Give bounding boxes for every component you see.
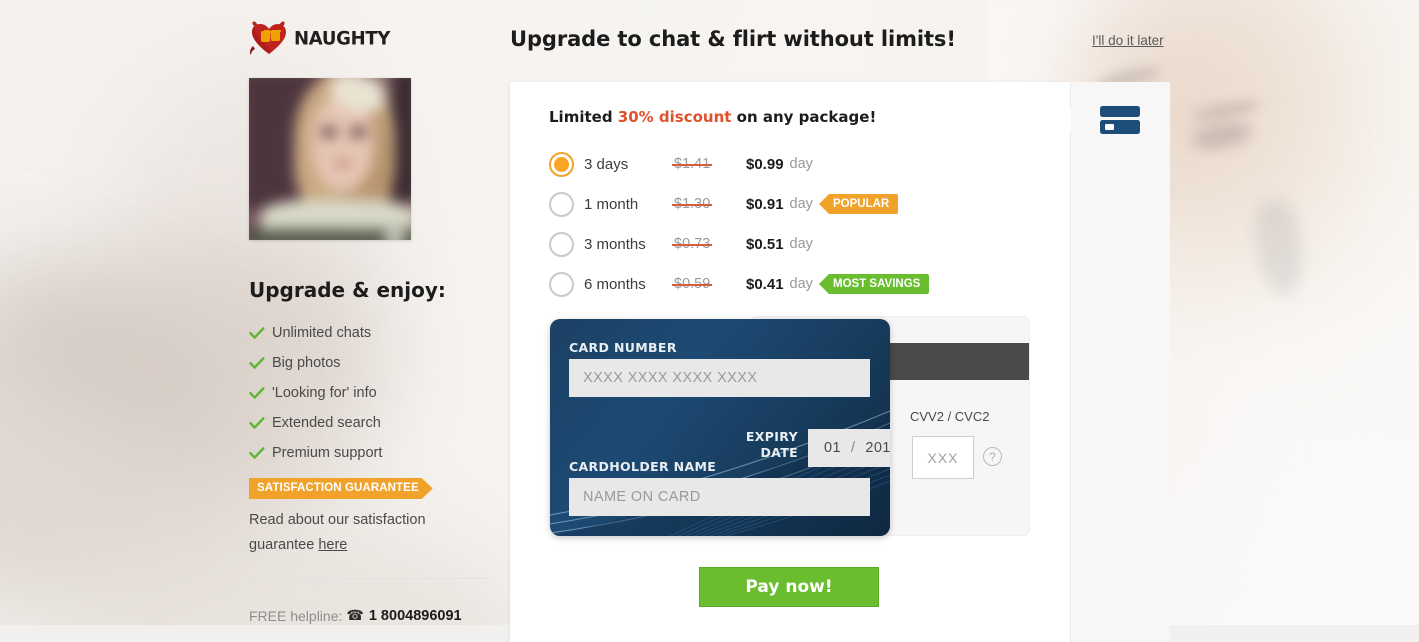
plan-new-price: $0.41 [746,275,784,293]
divider [249,578,490,579]
plan-name: 3 days [584,155,629,173]
helpline-number[interactable]: 1 8004896091 [369,608,462,624]
plan-old-price: $1.30 [674,196,711,212]
plan-option-3-months[interactable]: 3 months $0.73 $0.51 day [549,224,1019,264]
expiry-date-label: EXPIRY DATE [702,429,798,461]
plan-badge-popular: POPULAR [819,194,899,214]
check-icon [249,326,272,340]
plan-old-price: $1.41 [674,156,711,172]
benefit-label: Unlimited chats [272,325,372,341]
plan-name: 3 months [584,235,646,253]
plan-price-unit: day [789,156,813,172]
upgrade-heading: Upgrade & enjoy: [249,278,446,302]
pay-now-button[interactable]: Pay now! [699,567,879,607]
radio-button[interactable] [549,231,574,257]
plan-new-price: $0.51 [746,235,784,253]
list-item: 'Looking for' info [249,378,494,408]
check-icon [249,386,272,400]
helpline: FREE helpline: ☎ 1 8004896091 [249,607,462,624]
helpline-label: FREE helpline: [249,607,343,624]
card-number-label: CARD NUMBER [569,340,677,355]
plan-option-3-days[interactable]: 3 days $1.41 $0.99 day [549,144,1019,184]
cardholder-name-label: CARDHOLDER NAME [569,459,717,474]
benefit-label: 'Looking for' info [272,385,377,401]
plan-new-price: $0.99 [746,155,784,173]
plan-option-6-months[interactable]: 6 months $0.59 $0.41 day MOST SAVINGS [549,264,1019,304]
expiry-month-value[interactable]: 01 [824,440,841,456]
card-front-panel: CARD NUMBER XXXX XXXX XXXX XXXX EXPIRY D… [550,319,890,536]
discount-prefix: Limited [549,108,618,126]
cvv-label: CVV2 / CVC2 [910,409,990,424]
guarantee-description: Read about our satisfaction guarantee he… [249,508,469,558]
plan-option-1-month[interactable]: 1 month $1.30 $0.91 day POPULAR [549,184,1019,224]
page-title: Upgrade to chat & flirt without limits! [510,27,956,51]
check-icon [249,416,272,430]
discount-suffix: on any package! [731,108,877,126]
list-item: Extended search [249,408,494,438]
site-logo[interactable]: BE NAUGHTY [249,18,390,58]
heart-devil-icon: BE [249,19,293,57]
expiry-separator: / [850,440,856,456]
question-mark-icon[interactable]: ? [983,447,1002,466]
expiry-label-line1: EXPIRY [745,429,798,444]
expiry-year-value[interactable]: 2017 [865,440,890,456]
expiry-label-line2: DATE [760,445,798,460]
list-item: Big photos [249,348,494,378]
sidebar: BE NAUGHTY Upgrade & enjoy: Unlimited ch… [249,0,494,625]
benefit-label: Big photos [272,355,341,371]
plan-old-price: $0.73 [674,236,711,252]
logo-be-text: BE [262,29,282,44]
plan-price-unit: day [789,196,813,212]
payment-method-panel [1070,82,1170,642]
benefit-label: Premium support [272,445,383,461]
cardholder-name-input[interactable]: NAME ON CARD [569,478,870,516]
profile-photo[interactable] [249,78,411,240]
benefit-label: Extended search [272,415,381,431]
phone-icon: ☎ [346,607,364,623]
list-item: Premium support [249,438,494,468]
discount-headline: Limited 30% discount on any package! [549,108,876,126]
satisfaction-guarantee-badge: SATISFACTION GUARANTEE [249,478,433,499]
radio-button[interactable] [549,191,574,217]
card-number-input[interactable]: XXXX XXXX XXXX XXXX [569,359,870,397]
guarantee-here-link[interactable]: here [318,537,347,553]
discount-highlight: 30% discount [617,108,732,126]
benefits-list: Unlimited chats Big photos 'Looking for'… [249,318,494,468]
radio-button[interactable] [549,271,574,297]
plan-name: 1 month [584,195,639,213]
radio-button[interactable] [549,151,574,177]
plan-price-unit: day [789,276,813,292]
plan-old-price: $0.59 [674,276,711,292]
check-icon [249,446,272,460]
expiry-date-input[interactable]: 01 / 2017 [808,429,890,467]
plan-options: 3 days $1.41 $0.99 day 1 month $1.30 $0.… [549,144,1019,304]
plan-badge-most-savings: MOST SAVINGS [819,274,930,294]
cvv-input[interactable]: XXX [912,436,974,479]
plan-name: 6 months [584,275,646,293]
plan-price-unit: day [789,236,813,252]
credit-card-icon[interactable] [1100,106,1140,134]
list-item: Unlimited chats [249,318,494,348]
check-icon [249,356,272,370]
do-it-later-link[interactable]: I'll do it later [1092,33,1164,48]
plan-new-price: $0.91 [746,195,784,213]
logo-wordmark: NAUGHTY [294,26,391,50]
